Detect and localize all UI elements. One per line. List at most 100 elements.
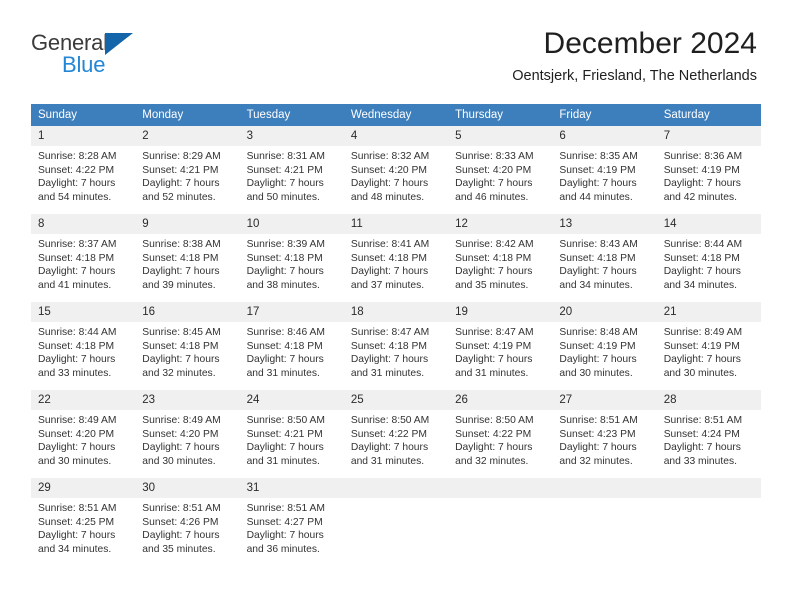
sunset-text: Sunset: 4:18 PM <box>559 252 636 264</box>
sunset-text: Sunset: 4:24 PM <box>663 428 740 440</box>
day-details: Sunrise: 8:35 AM Sunset: 4:19 PM Daylight:… <box>552 146 656 204</box>
daylight-text-line1: Daylight: 7 hours <box>142 442 220 454</box>
daylight-text-line1: Daylight: 7 hours <box>455 266 533 278</box>
day-details: Sunrise: 8:51 AM Sunset: 4:24 PM Daylight:… <box>657 410 761 468</box>
daylight-text-line2: and 38 minutes. <box>246 279 320 291</box>
daylight-text-line1: Daylight: 7 hours <box>246 178 324 190</box>
sunrise-text: Sunrise: 8:44 AM <box>663 239 743 250</box>
day-number: 19 <box>448 302 553 322</box>
calendar-day-cell[interactable]: 7 Sunrise: 8:36 AM Sunset: 4:19 PM Daylight… <box>656 126 761 214</box>
daylight-text-line1: Daylight: 7 hours <box>246 354 324 366</box>
calendar-day-cell[interactable]: 22 Sunrise: 8:49 AM Sunset: 4:20 PM Dayligh… <box>31 390 136 478</box>
calendar-day-cell[interactable]: 29 Sunrise: 8:51 AM Sunset: 4:25 PM Dayligh… <box>31 478 136 566</box>
calendar-day-cell[interactable] <box>552 478 657 566</box>
day-details: Sunrise: 8:51 AM Sunset: 4:23 PM Daylight:… <box>552 410 656 468</box>
sunrise-text: Sunrise: 8:51 AM <box>246 503 325 514</box>
calendar-day-cell[interactable]: 6 Sunrise: 8:35 AM Sunset: 4:19 PM Daylight… <box>552 126 657 214</box>
day-details: Sunrise: 8:51 AM Sunset: 4:26 PM Daylight:… <box>135 498 239 556</box>
calendar-day-cell[interactable]: 28 Sunrise: 8:51 AM Sunset: 4:24 PM Dayligh… <box>656 390 761 478</box>
daylight-text-line1: Daylight: 7 hours <box>142 178 220 190</box>
sunrise-text: Sunrise: 8:49 AM <box>663 327 743 338</box>
day-details: Sunrise: 8:36 AM Sunset: 4:19 PM Daylight:… <box>657 146 761 204</box>
day-details: Sunrise: 8:50 AM Sunset: 4:21 PM Daylight:… <box>240 410 344 468</box>
calendar-day-cell[interactable]: 16 Sunrise: 8:45 AM Sunset: 4:18 PM Dayligh… <box>135 302 240 390</box>
day-number: 12 <box>448 214 553 234</box>
calendar-day-cell[interactable]: 8 Sunrise: 8:37 AM Sunset: 4:18 PM Daylight… <box>31 214 136 302</box>
sunrise-text: Sunrise: 8:48 AM <box>559 327 638 338</box>
sunrise-text: Sunrise: 8:35 AM <box>559 151 638 162</box>
calendar-day-cell[interactable]: 31 Sunrise: 8:51 AM Sunset: 4:27 PM Dayligh… <box>239 478 344 566</box>
sunrise-text: Sunrise: 8:51 AM <box>559 415 638 426</box>
day-details: Sunrise: 8:49 AM Sunset: 4:19 PM Daylight:… <box>657 322 761 380</box>
sunrise-text: Sunrise: 8:47 AM <box>455 327 534 338</box>
calendar-day-cell[interactable] <box>448 478 553 566</box>
daylight-text-line1: Daylight: 7 hours <box>246 266 324 278</box>
calendar-day-cell[interactable]: 23 Sunrise: 8:49 AM Sunset: 4:20 PM Dayligh… <box>135 390 240 478</box>
page-subtitle: Oentsjerk, Friesland, The Netherlands <box>512 67 757 84</box>
sunrise-text: Sunrise: 8:44 AM <box>38 327 117 338</box>
calendar-day-cell[interactable]: 19 Sunrise: 8:47 AM Sunset: 4:19 PM Dayligh… <box>448 302 553 390</box>
calendar-day-cell[interactable] <box>343 478 449 566</box>
calendar-day-cell[interactable]: 26 Sunrise: 8:50 AM Sunset: 4:22 PM Dayligh… <box>448 390 553 478</box>
day-details: Sunrise: 8:50 AM Sunset: 4:22 PM Daylight:… <box>344 410 448 468</box>
sunset-text: Sunset: 4:22 PM <box>455 428 532 440</box>
calendar-day-cell[interactable]: 30 Sunrise: 8:51 AM Sunset: 4:26 PM Dayligh… <box>135 478 240 566</box>
calendar-day-cell[interactable]: 12 Sunrise: 8:42 AM Sunset: 4:18 PM Dayligh… <box>448 214 553 302</box>
calendar-day-cell[interactable]: 27 Sunrise: 8:51 AM Sunset: 4:23 PM Dayligh… <box>552 390 657 478</box>
day-details: Sunrise: 8:49 AM Sunset: 4:20 PM Daylight:… <box>135 410 239 468</box>
sunset-text: Sunset: 4:23 PM <box>559 428 636 440</box>
daylight-text-line2: and 50 minutes. <box>246 191 320 203</box>
calendar-day-cell[interactable]: 18 Sunrise: 8:47 AM Sunset: 4:18 PM Dayligh… <box>343 302 449 390</box>
calendar-day-cell[interactable]: 20 Sunrise: 8:48 AM Sunset: 4:19 PM Dayligh… <box>552 302 657 390</box>
day-number: 5 <box>448 126 553 146</box>
sunset-text: Sunset: 4:18 PM <box>246 252 323 264</box>
calendar-day-cell[interactable]: 24 Sunrise: 8:50 AM Sunset: 4:21 PM Dayligh… <box>239 390 344 478</box>
title-block: December 2024 Oentsjerk, Friesland, The … <box>512 28 757 85</box>
day-number: 2 <box>135 126 240 146</box>
calendar-day-cell[interactable] <box>656 478 761 566</box>
sunset-text: Sunset: 4:19 PM <box>455 340 532 352</box>
calendar-week-row: 15 Sunrise: 8:44 AM Sunset: 4:18 PM Dayligh… <box>31 302 761 390</box>
calendar-day-cell[interactable]: 14 Sunrise: 8:44 AM Sunset: 4:18 PM Dayligh… <box>656 214 761 302</box>
sunset-text: Sunset: 4:18 PM <box>455 252 532 264</box>
calendar-day-cell[interactable]: 2 Sunrise: 8:29 AM Sunset: 4:21 PM Daylight… <box>135 126 240 214</box>
calendar-day-cell[interactable]: 25 Sunrise: 8:50 AM Sunset: 4:22 PM Dayligh… <box>343 390 449 478</box>
daylight-text-line2: and 31 minutes. <box>350 367 425 379</box>
logo-top-row: General <box>31 32 231 56</box>
calendar-day-cell[interactable]: 4 Sunrise: 8:32 AM Sunset: 4:20 PM Daylight… <box>343 126 449 214</box>
sunset-text: Sunset: 4:18 PM <box>142 340 219 352</box>
daylight-text-line1: Daylight: 7 hours <box>350 266 429 278</box>
calendar-grid: Sunday Monday Tuesday Wednesday Thursday… <box>31 104 761 566</box>
calendar-day-cell[interactable]: 9 Sunrise: 8:38 AM Sunset: 4:18 PM Daylight… <box>135 214 240 302</box>
sunrise-text: Sunrise: 8:29 AM <box>142 151 221 162</box>
calendar-day-cell[interactable]: 10 Sunrise: 8:39 AM Sunset: 4:18 PM Dayligh… <box>239 214 344 302</box>
calendar-day-cell[interactable]: 5 Sunrise: 8:33 AM Sunset: 4:20 PM Daylight… <box>448 126 553 214</box>
weekday-header-saturday: Saturday <box>656 104 761 126</box>
weekday-header-row: Sunday Monday Tuesday Wednesday Thursday… <box>31 104 761 126</box>
daylight-text-line1: Daylight: 7 hours <box>350 178 429 190</box>
calendar-day-cell[interactable]: 15 Sunrise: 8:44 AM Sunset: 4:18 PM Dayligh… <box>31 302 136 390</box>
day-details: Sunrise: 8:42 AM Sunset: 4:18 PM Daylight:… <box>448 234 552 292</box>
day-number: 10 <box>239 214 344 234</box>
sunset-text: Sunset: 4:19 PM <box>559 164 636 176</box>
calendar-table: Sunday Monday Tuesday Wednesday Thursday… <box>31 104 761 566</box>
daylight-text-line2: and 30 minutes. <box>663 367 737 379</box>
day-details: Sunrise: 8:51 AM Sunset: 4:27 PM Daylight:… <box>240 498 344 556</box>
sunrise-text: Sunrise: 8:50 AM <box>455 415 534 426</box>
daylight-text-line1: Daylight: 7 hours <box>350 354 429 366</box>
calendar-day-cell[interactable]: 1 Sunrise: 8:28 AM Sunset: 4:22 PM Daylight… <box>31 126 136 214</box>
day-number: 7 <box>656 126 761 146</box>
daylight-text-line2: and 32 minutes. <box>559 455 633 467</box>
calendar-day-cell[interactable]: 3 Sunrise: 8:31 AM Sunset: 4:21 PM Daylight… <box>239 126 344 214</box>
sunset-text: Sunset: 4:21 PM <box>246 428 323 440</box>
sunrise-text: Sunrise: 8:49 AM <box>38 415 117 426</box>
weekday-header-friday: Friday <box>552 104 657 126</box>
sunset-text: Sunset: 4:18 PM <box>38 340 115 352</box>
weekday-header-sunday: Sunday <box>31 104 136 126</box>
calendar-day-cell[interactable]: 13 Sunrise: 8:43 AM Sunset: 4:18 PM Dayligh… <box>552 214 657 302</box>
sunrise-text: Sunrise: 8:38 AM <box>142 239 221 250</box>
calendar-day-cell[interactable]: 11 Sunrise: 8:41 AM Sunset: 4:18 PM Dayligh… <box>343 214 449 302</box>
calendar-day-cell[interactable]: 17 Sunrise: 8:46 AM Sunset: 4:18 PM Dayligh… <box>239 302 344 390</box>
calendar-day-cell[interactable]: 21 Sunrise: 8:49 AM Sunset: 4:19 PM Dayligh… <box>656 302 761 390</box>
daylight-text-line1: Daylight: 7 hours <box>38 266 116 278</box>
